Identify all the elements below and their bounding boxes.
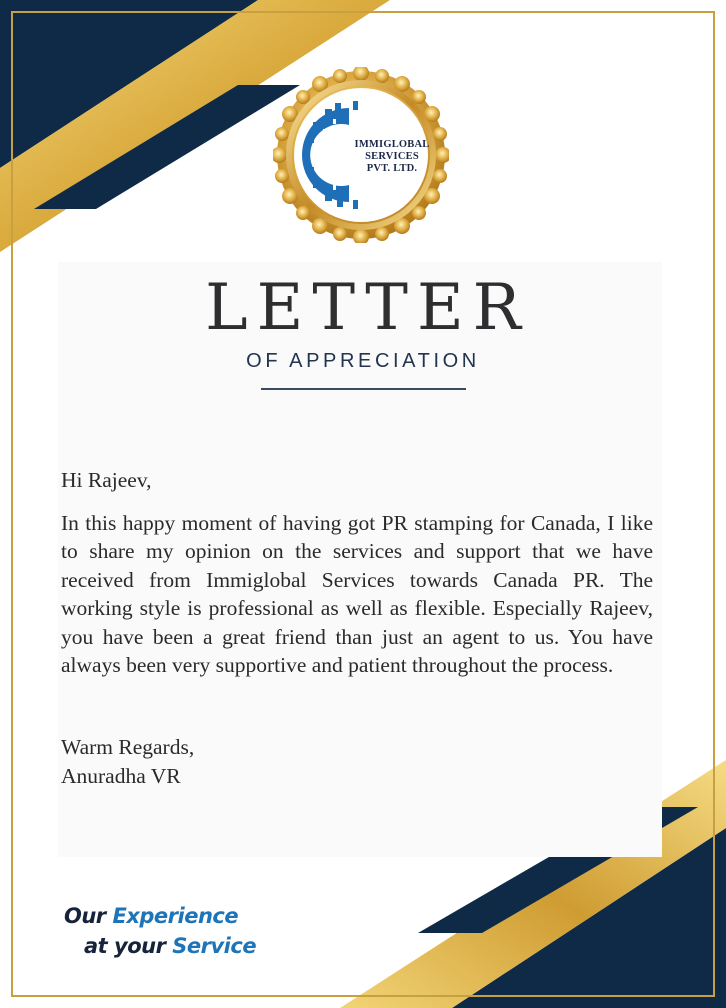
seal-company-name: IMMIGLOBAL SERVICES PVT. LTD. xyxy=(352,139,432,175)
tagline-line-1: Our Experience xyxy=(64,904,239,928)
title-underline xyxy=(261,388,466,390)
tagline-word-at-your: at your xyxy=(84,934,166,958)
seal-line-3: PVT. LTD. xyxy=(366,163,418,174)
letter-subtitle: OF APPRECIATION xyxy=(246,350,480,372)
greeting: Hi Rajeev, xyxy=(61,468,152,492)
tagline-line-2: at your Service xyxy=(84,934,257,958)
letter-body: Hi Rajeev, In this happy moment of havin… xyxy=(61,466,653,700)
tagline-word-experience: Experience xyxy=(112,904,239,928)
tagline-word-service: Service xyxy=(172,934,257,958)
body-paragraph: In this happy moment of having got PR st… xyxy=(61,510,653,678)
seal-line-2: SERVICES xyxy=(365,151,419,162)
signature-name: Anuradha VR xyxy=(61,764,181,788)
closing-phrase: Warm Regards, xyxy=(61,735,195,759)
tagline-word-our: Our xyxy=(64,904,106,928)
seal-line-1: IMMIGLOBAL xyxy=(354,139,430,150)
letter-page: IMMIGLOBAL SERVICES PVT. LTD. LETTER OF … xyxy=(0,0,726,1008)
letter-title: LETTER xyxy=(205,271,530,345)
tagline: Our Experience at your Service xyxy=(64,900,264,972)
letter-closing: Warm Regards, Anuradha VR xyxy=(61,733,194,791)
